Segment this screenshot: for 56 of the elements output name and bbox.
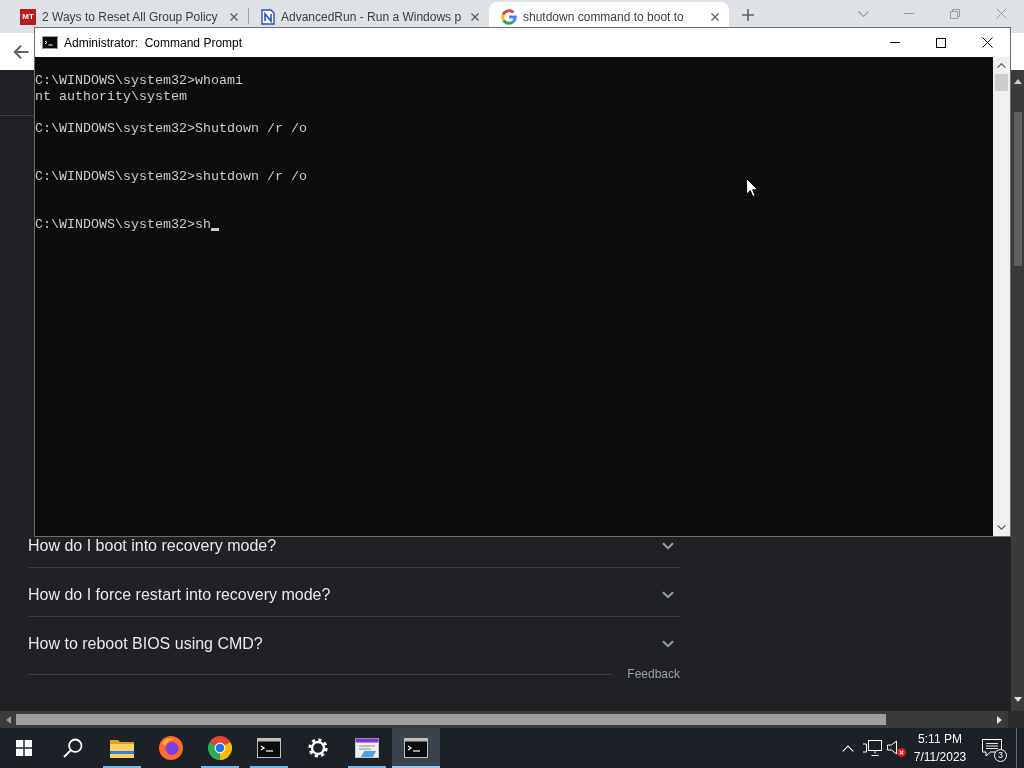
terminal-icon [257, 738, 281, 758]
browser-tab[interactable]: AdvancedRun - Run a Windows p [249, 2, 489, 27]
firefox-icon [159, 736, 183, 760]
site-logo: MT [20, 8, 36, 25]
restore-icon [950, 8, 960, 19]
gear-icon [308, 738, 328, 758]
console-line: nt authority\system [35, 89, 187, 105]
scrollbar-thumb[interactable] [1013, 112, 1022, 266]
chevron-down-icon [857, 10, 869, 17]
minimize-icon [904, 13, 914, 14]
chrome-icon [208, 736, 232, 760]
close-icon [981, 37, 993, 48]
terminal-icon [42, 36, 58, 49]
mouse-pointer-icon [746, 178, 759, 198]
taskbar-app-button[interactable] [392, 728, 440, 768]
terminal-icon [404, 738, 428, 758]
browser-tab[interactable]: MT 2 Ways to Reset All Group Policy [8, 2, 248, 27]
clock-button[interactable]: 5:11 PM 7/11/2023 [912, 728, 968, 768]
back-arrow-icon [13, 43, 29, 60]
close-icon [995, 8, 1007, 19]
scroll-down-icon[interactable] [1013, 697, 1022, 702]
console-line: C:\WINDOWS\system32>sh [35, 217, 211, 233]
close-icon [711, 12, 719, 21]
windows-logo-icon [16, 740, 32, 756]
notification-center-button[interactable]: 3 [968, 728, 1016, 768]
scroll-up-icon[interactable] [1013, 79, 1022, 84]
folder-icon [110, 738, 134, 758]
faq-item[interactable]: How do I force restart into recovery mode? [28, 586, 680, 603]
scroll-left-icon[interactable] [6, 715, 11, 724]
search-icon [63, 738, 83, 758]
console-line: C:\WINDOWS\system32>shutdown /r /o [35, 169, 307, 185]
scrollbar-thumb[interactable] [995, 74, 1008, 91]
browser-tab[interactable]: shutdown command to boot to [489, 2, 729, 27]
plus-icon [742, 9, 754, 21]
notification-count-badge: 3 [994, 749, 1007, 762]
maximize-icon [936, 37, 946, 48]
feedback-link[interactable]: Feedback [627, 667, 680, 681]
close-icon [230, 12, 238, 21]
scroll-right-icon[interactable] [997, 715, 1002, 724]
network-icon [862, 740, 882, 756]
window-title: Administrator: Command Prompt [64, 35, 243, 50]
speaker-muted-icon [886, 739, 906, 757]
close-icon [471, 12, 480, 21]
chevron-up-icon [842, 744, 854, 752]
scrollbar-thumb[interactable] [16, 714, 886, 725]
notification-icon [982, 739, 1002, 757]
faq-item[interactable]: How to reboot BIOS using CMD? [28, 635, 680, 652]
minimize-icon [890, 42, 900, 43]
faq-item[interactable]: How do I boot into recovery mode? [28, 537, 680, 554]
g-icon [501, 8, 517, 25]
page-icon [261, 8, 275, 25]
scroll-down-icon[interactable] [997, 525, 1006, 530]
scroll-up-icon[interactable] [997, 63, 1006, 68]
console-line: C:\WINDOWS\system32>whoami [35, 73, 243, 89]
console-line: C:\WINDOWS\system32>Shutdown /r /o [35, 121, 307, 137]
app-window-icon [355, 738, 379, 758]
